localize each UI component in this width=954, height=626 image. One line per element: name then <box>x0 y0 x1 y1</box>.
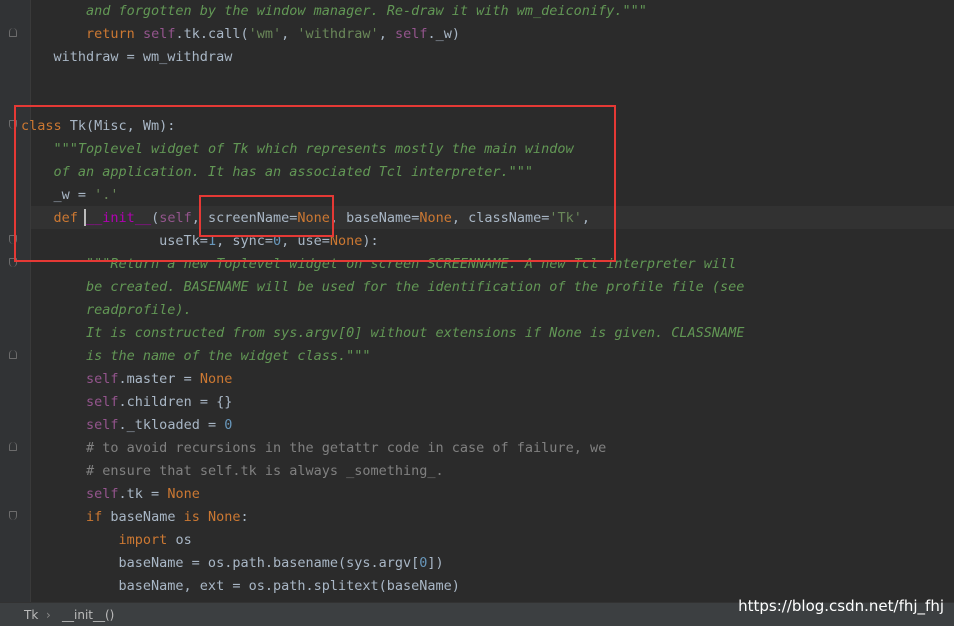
code-line[interactable]: be created. BASENAME will be used for th… <box>21 276 744 299</box>
code-line[interactable]: # ensure that self.tk is always _somethi… <box>21 460 444 483</box>
code-editor[interactable]: and forgotten by the window manager. Re-… <box>0 0 954 602</box>
code-line[interactable]: self._tkloaded = 0 <box>21 414 232 437</box>
code-line[interactable]: self.children = {} <box>21 391 232 414</box>
code-line[interactable]: self.tk = None <box>21 483 200 506</box>
breadcrumb-class[interactable]: Tk <box>24 608 38 622</box>
code-line[interactable]: withdraw = wm_withdraw <box>21 46 233 69</box>
screenname-annotation-box <box>199 195 334 237</box>
code-line[interactable]: readprofile). <box>21 299 192 322</box>
watermark-text: https://blog.csdn.net/fhj_fhj <box>738 597 944 615</box>
code-line[interactable]: baseName = os.path.basename(sys.argv[0]) <box>21 552 444 575</box>
code-line[interactable]: and forgotten by the window manager. Re-… <box>21 0 647 23</box>
code-line[interactable]: baseName, ext = os.path.splitext(baseNam… <box>21 575 460 598</box>
code-line[interactable]: self.master = None <box>21 368 232 391</box>
code-line[interactable]: It is constructed from sys.argv[0] witho… <box>21 322 744 345</box>
code-line[interactable]: # to avoid recursions in the getattr cod… <box>21 437 606 460</box>
class-annotation-box <box>14 105 616 262</box>
code-line[interactable]: import os <box>21 529 192 552</box>
breadcrumb-method[interactable]: __init__() <box>62 608 114 622</box>
code-line[interactable]: is the name of the widget class.""" <box>21 345 370 368</box>
code-line[interactable]: if baseName is None: <box>21 506 249 529</box>
breadcrumb-separator: › <box>46 608 51 622</box>
code-line[interactable]: return self.tk.call('wm', 'withdraw', se… <box>21 23 460 46</box>
